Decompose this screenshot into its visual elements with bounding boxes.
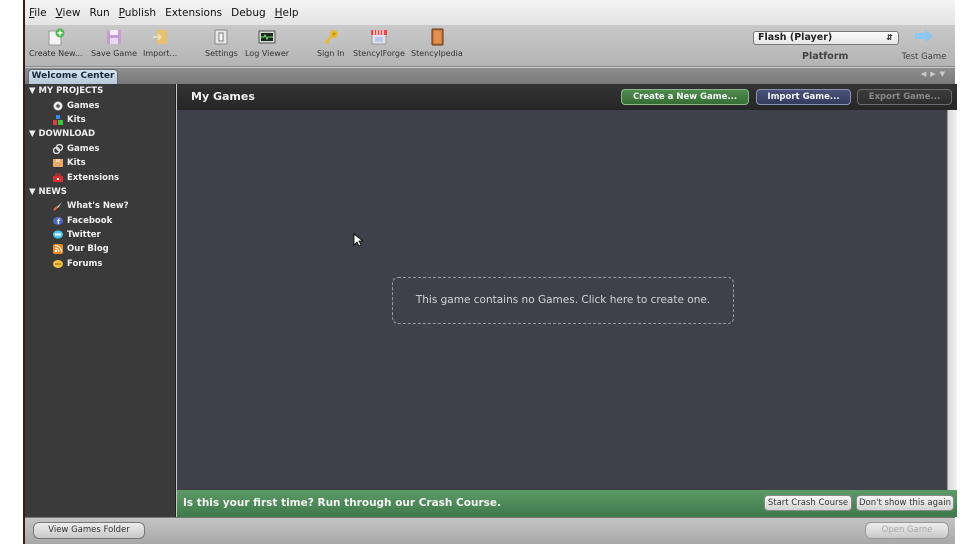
bottom-bar: View Games Folder Open Game xyxy=(25,517,955,544)
save-game-button[interactable]: Save Game xyxy=(91,28,137,58)
platform-label: Platform xyxy=(802,51,849,62)
menu-extensions[interactable]: Extensions xyxy=(165,7,222,19)
facebook-icon: f xyxy=(53,216,63,226)
menu-debug[interactable]: Debug xyxy=(231,7,266,19)
menu-run[interactable]: Run xyxy=(90,7,110,19)
create-new-game-button[interactable]: Create a New Game... xyxy=(621,89,749,105)
test-game-button[interactable]: Test Game xyxy=(899,29,949,62)
sidebar-item-our-blog[interactable]: Our Blog xyxy=(25,242,175,256)
forums-icon xyxy=(53,259,63,269)
download-games-icon xyxy=(52,143,64,154)
stencyl-window: File View Run Publish Extensions Debug H… xyxy=(23,0,957,544)
sidebar-section-download[interactable]: ▼ DOWNLOAD xyxy=(25,127,175,141)
tab-navigation[interactable]: ◀▶▼ xyxy=(921,70,949,78)
page-title: My Games xyxy=(191,90,255,103)
tab-bar: Welcome Center ◀▶▼ xyxy=(25,68,955,84)
download-kits-icon xyxy=(53,158,63,168)
toolbar: Create New... Save Game Import... Settin… xyxy=(25,25,955,67)
floppy-disk-icon xyxy=(105,28,123,46)
book-icon xyxy=(428,28,446,46)
games-list-area: This game contains no Games. Click here … xyxy=(177,110,947,490)
open-game-button[interactable]: Open Game xyxy=(865,522,949,539)
crash-course-banner: Is this your first time? Run through our… xyxy=(177,490,957,517)
settings-button[interactable]: Settings xyxy=(205,28,238,58)
kits-blocks-icon xyxy=(53,114,63,125)
sidebar: ▼ MY PROJECTS Games Kits ▼ DOWNLOAD Game… xyxy=(25,84,176,517)
import-game-button[interactable]: Import Game... xyxy=(756,89,851,105)
sidebar-item-facebook[interactable]: f Facebook xyxy=(25,214,175,228)
log-viewer-button[interactable]: Log Viewer xyxy=(245,28,289,58)
main-header: My Games Create a New Game... Import Gam… xyxy=(177,84,957,110)
import-icon xyxy=(151,28,169,46)
key-icon xyxy=(322,28,340,46)
tab-welcome-center[interactable]: Welcome Center xyxy=(28,69,118,84)
sidebar-item-forums[interactable]: Forums xyxy=(25,257,175,271)
sidebar-item-my-kits[interactable]: Kits xyxy=(25,113,175,127)
sidebar-section-my-projects[interactable]: ▼ MY PROJECTS xyxy=(25,84,175,98)
select-arrows-icon: ⇵ xyxy=(886,33,893,42)
arrow-right-icon xyxy=(914,29,934,46)
import-button[interactable]: Import... xyxy=(143,28,177,58)
log-viewer-icon xyxy=(258,28,276,46)
rocket-icon xyxy=(53,201,63,212)
vertical-scrollbar[interactable] xyxy=(947,110,957,490)
sidebar-item-download-extensions[interactable]: Extensions xyxy=(25,170,175,184)
rss-icon xyxy=(53,244,63,255)
twitter-icon xyxy=(53,230,63,240)
tab-prev-icon[interactable]: ◀ xyxy=(921,70,930,78)
start-crash-course-button[interactable]: Start Crash Course xyxy=(764,495,852,511)
sidebar-item-download-kits[interactable]: Kits xyxy=(25,156,175,170)
sign-in-button[interactable]: Sign In xyxy=(317,28,344,58)
export-game-button[interactable]: Export Game... xyxy=(857,89,952,105)
dont-show-again-button[interactable]: Don't show this again xyxy=(856,495,954,511)
main-panel: My Games Create a New Game... Import Gam… xyxy=(177,84,957,517)
sidebar-item-download-games[interactable]: Games xyxy=(25,142,175,156)
menu-publish[interactable]: Publish xyxy=(119,7,156,19)
menu-help[interactable]: Help xyxy=(275,7,299,19)
menubar: File View Run Publish Extensions Debug H… xyxy=(25,0,955,25)
sidebar-item-twitter[interactable]: Twitter xyxy=(25,228,175,242)
view-games-folder-button[interactable]: View Games Folder xyxy=(33,522,145,539)
settings-icon xyxy=(212,28,230,46)
platform-select[interactable]: Flash (Player) ⇵ xyxy=(753,31,899,45)
stencylforge-button[interactable]: StencylForge xyxy=(353,28,405,58)
sidebar-item-whats-new[interactable]: What's New? xyxy=(25,199,175,213)
tab-next-icon[interactable]: ▶ xyxy=(930,70,939,78)
mouse-cursor-icon xyxy=(353,233,365,247)
new-document-icon xyxy=(47,28,65,46)
menu-view[interactable]: View xyxy=(56,7,81,19)
stencylpedia-button[interactable]: Stencylpedia xyxy=(411,28,463,58)
games-disc-icon xyxy=(53,101,63,111)
sidebar-section-news[interactable]: ▼ NEWS xyxy=(25,185,175,199)
toolbox-icon xyxy=(53,173,63,183)
empty-state-create-prompt[interactable]: This game contains no Games. Click here … xyxy=(392,277,734,324)
create-new-button[interactable]: Create New... xyxy=(29,28,82,58)
crash-course-text: Is this your first time? Run through our… xyxy=(183,497,501,509)
menu-file[interactable]: File xyxy=(29,7,47,19)
store-icon xyxy=(370,28,388,46)
tab-list-icon[interactable]: ▼ xyxy=(940,70,949,78)
sidebar-item-my-games[interactable]: Games xyxy=(25,98,175,112)
